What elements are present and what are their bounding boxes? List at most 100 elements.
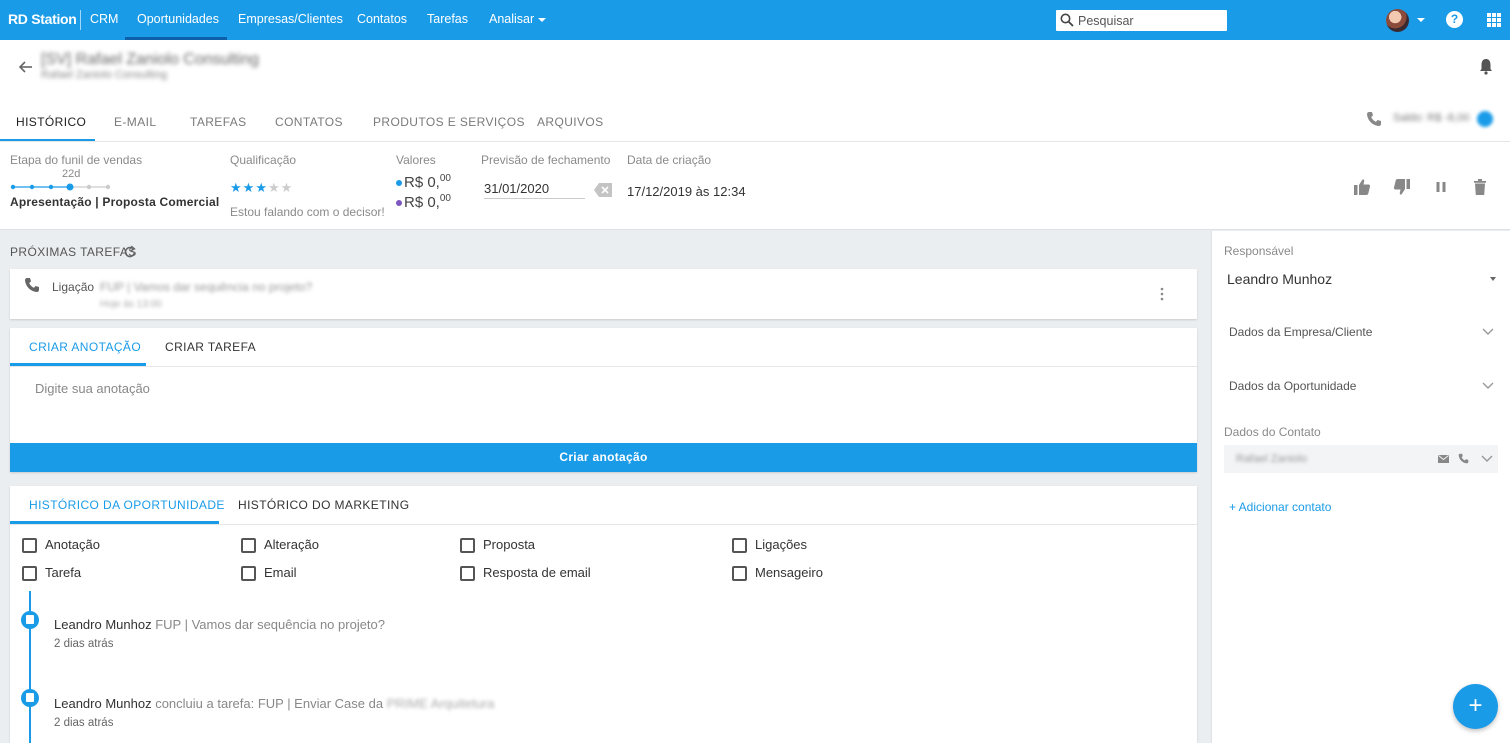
funnel-step[interactable] xyxy=(29,184,35,190)
trash-icon[interactable] xyxy=(1471,178,1489,196)
entry-user[interactable]: Leandro Munhoz xyxy=(54,696,152,711)
star-icon[interactable]: ★ xyxy=(281,180,294,195)
rd-station-logo[interactable]: RD Station xyxy=(8,11,77,27)
qualification-label: Qualificação xyxy=(230,153,297,167)
stage-name: Apresentação | Proposta Comercial xyxy=(10,195,220,209)
next-tasks-title: PRÓXIMAS TAREFAS xyxy=(10,245,137,259)
tab-arquivos[interactable]: ARQUIVOS xyxy=(537,115,604,129)
more-vertical-icon[interactable] xyxy=(1160,287,1164,301)
filter-anotacao[interactable]: Anotação xyxy=(22,537,100,554)
back-arrow-icon[interactable] xyxy=(17,58,35,76)
filter-resposta-email[interactable]: Resposta de email xyxy=(460,565,591,582)
forecast-date-field[interactable] xyxy=(484,179,585,199)
fab-add-button[interactable]: + xyxy=(1453,684,1498,729)
nav-contatos[interactable]: Contatos xyxy=(357,12,407,26)
search-input[interactable] xyxy=(1078,12,1222,29)
refresh-icon[interactable] xyxy=(123,245,137,259)
mail-icon[interactable] xyxy=(1438,455,1449,463)
value-one-main: R$ 0, xyxy=(404,174,440,191)
apps-grid-icon[interactable] xyxy=(1487,13,1501,27)
filter-mensageiro[interactable]: Mensageiro xyxy=(732,565,823,582)
thumbs-up-icon[interactable] xyxy=(1353,178,1371,196)
tab-produtos-servicos[interactable]: PRODUTOS E SERVIÇOS xyxy=(373,115,525,129)
checkbox[interactable] xyxy=(732,566,747,582)
saldo-status-indicator[interactable] xyxy=(1477,111,1493,127)
phone-icon[interactable] xyxy=(1458,453,1469,464)
funnel-progress[interactable] xyxy=(10,180,110,194)
bell-icon[interactable] xyxy=(1478,57,1494,75)
clear-date-icon[interactable] xyxy=(594,183,612,197)
checkbox[interactable] xyxy=(241,566,256,582)
filter-label: Proposta xyxy=(483,537,536,552)
company-section[interactable]: Dados da Empresa/Cliente xyxy=(1229,325,1372,339)
note-divider xyxy=(10,366,1197,367)
task-check-icon xyxy=(21,689,39,707)
history-entry: Leandro Munhoz concluiu a tarefa: FUP | … xyxy=(54,696,494,711)
tab-historico-marketing[interactable]: HISTÓRICO DO MARKETING xyxy=(238,498,409,512)
filter-email[interactable]: Email xyxy=(241,565,297,582)
thumbs-down-icon[interactable] xyxy=(1393,178,1411,196)
checkbox[interactable] xyxy=(460,566,475,582)
checkbox[interactable] xyxy=(22,566,37,582)
tab-tarefas[interactable]: TAREFAS xyxy=(190,115,247,129)
help-icon[interactable]: ? xyxy=(1446,11,1463,28)
star-icon[interactable]: ★ xyxy=(255,180,268,195)
search-icon xyxy=(1060,13,1074,27)
create-note-button[interactable]: Criar anotação xyxy=(10,443,1197,472)
checkbox[interactable] xyxy=(241,538,256,554)
value-one-dot xyxy=(396,180,402,187)
filter-label: Mensageiro xyxy=(755,565,823,580)
nav-crm[interactable]: CRM xyxy=(90,12,118,26)
phone-icon[interactable] xyxy=(1366,111,1382,127)
tab-criar-tarefa[interactable]: CRIAR TAREFA xyxy=(165,340,256,354)
add-contact-link[interactable]: + Adicionar contato xyxy=(1229,500,1331,514)
chevron-down-icon[interactable] xyxy=(1482,382,1494,390)
nav-empresas-clientes[interactable]: Empresas/Clientes xyxy=(238,12,343,26)
funnel-step[interactable] xyxy=(105,184,110,190)
nav-tarefas[interactable]: Tarefas xyxy=(427,12,468,26)
filter-label: Resposta de email xyxy=(483,565,591,580)
avatar[interactable] xyxy=(1386,9,1409,32)
search-box[interactable] xyxy=(1056,10,1227,31)
funnel-step[interactable] xyxy=(86,184,92,190)
checkbox[interactable] xyxy=(732,538,747,554)
star-icon[interactable]: ★ xyxy=(230,180,243,195)
funnel-step[interactable] xyxy=(10,184,16,190)
nav-oportunidades[interactable]: Oportunidades xyxy=(137,12,219,26)
tab-email[interactable]: E-MAIL xyxy=(114,115,156,129)
contact-row[interactable]: Rafael Zaniolo xyxy=(1224,445,1498,473)
chevron-down-icon[interactable] xyxy=(1417,18,1425,22)
created-label: Data de criação xyxy=(627,153,712,167)
filter-proposta[interactable]: Proposta xyxy=(460,537,536,554)
owner-select[interactable]: Leandro Munhoz xyxy=(1227,271,1332,287)
tab-contatos[interactable]: CONTATOS xyxy=(275,115,343,129)
funnel-step[interactable] xyxy=(66,183,74,191)
filter-alteracao[interactable]: Alteração xyxy=(241,537,319,554)
star-icon[interactable]: ★ xyxy=(243,180,256,195)
tab-historico[interactable]: HISTÓRICO xyxy=(16,115,86,129)
task-type: Ligação xyxy=(52,280,95,294)
chevron-down-icon[interactable] xyxy=(1490,277,1496,281)
chevron-down-icon[interactable] xyxy=(1482,328,1494,336)
deal-subtitle: Rafael Zaniolo Consulting xyxy=(41,69,167,81)
nav-analisar[interactable]: Analisar xyxy=(489,12,547,26)
filter-label: Email xyxy=(264,565,297,580)
funnel-step[interactable] xyxy=(48,184,54,190)
tab-historico-oportunidade[interactable]: HISTÓRICO DA OPORTUNIDADE xyxy=(29,498,225,512)
checkbox[interactable] xyxy=(460,538,475,554)
contact-label: Dados do Contato xyxy=(1224,425,1321,439)
note-textarea[interactable] xyxy=(35,381,1175,431)
next-task-card[interactable]: Ligação FUP | Vamos dar sequência no pro… xyxy=(10,269,1197,319)
pause-icon[interactable] xyxy=(1432,178,1450,196)
star-icon[interactable]: ★ xyxy=(268,180,281,195)
entry-user[interactable]: Leandro Munhoz xyxy=(54,617,152,632)
filter-tarefa[interactable]: Tarefa xyxy=(22,565,81,582)
chevron-down-icon[interactable] xyxy=(1481,455,1493,463)
tab-criar-anotacao[interactable]: CRIAR ANOTAÇÃO xyxy=(29,340,141,354)
right-sidebar: Responsável Leandro Munhoz Dados da Empr… xyxy=(1211,231,1510,743)
filter-ligacoes[interactable]: Ligações xyxy=(732,537,807,554)
filter-label: Alteração xyxy=(264,537,319,552)
deal-section[interactable]: Dados da Oportunidade xyxy=(1229,379,1356,393)
checkbox[interactable] xyxy=(22,538,37,554)
qualification-stars[interactable]: ★★★★★ xyxy=(230,180,293,196)
